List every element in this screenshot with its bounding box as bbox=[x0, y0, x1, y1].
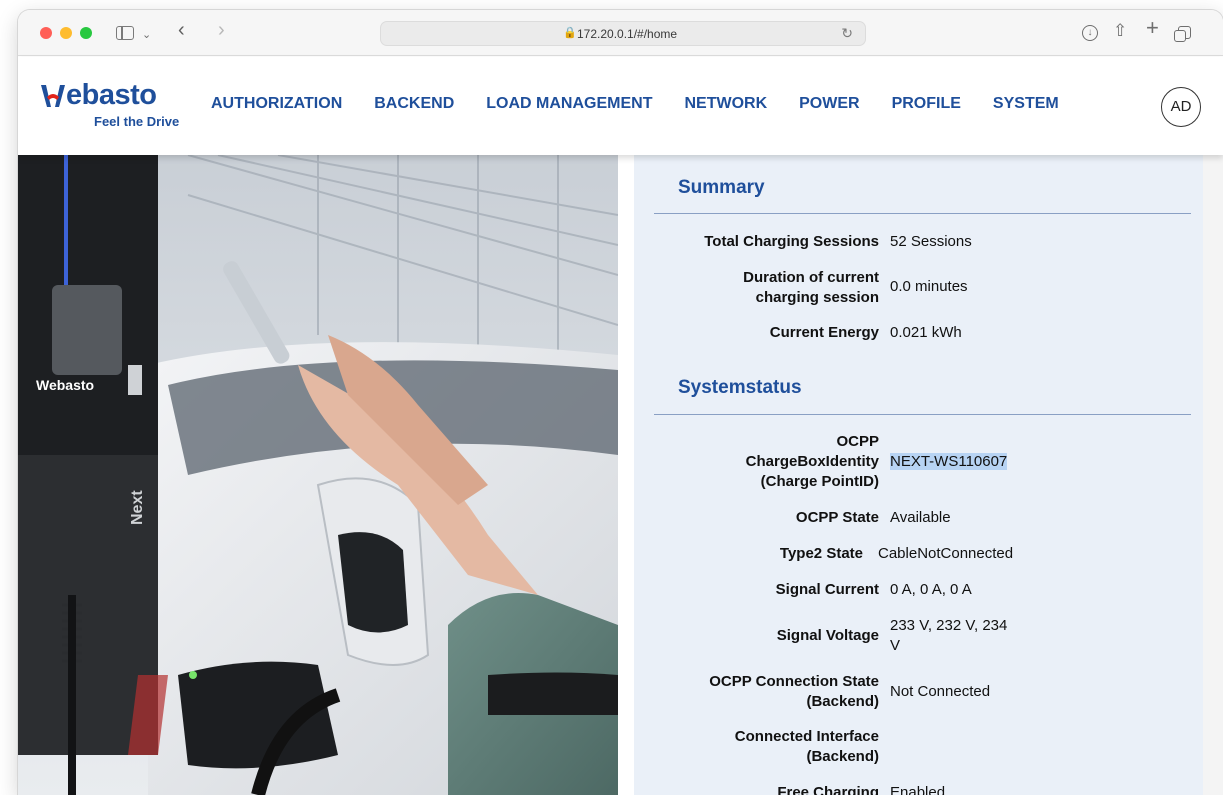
current-energy-value: 0.021 kWh bbox=[890, 324, 962, 341]
download-icon[interactable]: ↓ bbox=[1082, 25, 1098, 41]
summary-title: Summary bbox=[678, 177, 765, 198]
type2-state-value: CableNotConnected bbox=[878, 545, 1014, 562]
nav-profile[interactable]: PROFILE bbox=[892, 95, 961, 113]
chargebox-identity-value[interactable]: NEXT-WS110607 bbox=[890, 452, 1008, 472]
connected-interface-label: Connected Interface (Backend) bbox=[734, 728, 879, 765]
current-energy-label: Current Energy bbox=[769, 324, 879, 341]
signal-voltage-value: 233 V, 232 V, 234 V bbox=[890, 617, 1008, 654]
minimize-window-button[interactable] bbox=[60, 27, 72, 39]
tab-overview-icon[interactable] bbox=[1174, 26, 1191, 42]
browser-toolbar: ⌄ ‹ › 🔒 172.20.0.1/#/home ↻ ↓ ⇧ + bbox=[18, 10, 1223, 56]
nav-authorization[interactable]: AUTHORIZATION bbox=[211, 95, 342, 113]
hero-illustration: Webasto Next bbox=[18, 155, 618, 795]
lock-icon: 🔒 bbox=[563, 27, 577, 39]
systemstatus-title: Systemstatus bbox=[678, 377, 802, 398]
logo-tagline: Feel the Drive bbox=[94, 114, 180, 129]
back-button[interactable]: ‹ bbox=[178, 20, 185, 40]
page-scroll-gutter[interactable] bbox=[1203, 155, 1223, 795]
status-panel: Summary Total Charging Sessions 52 Sessi… bbox=[634, 155, 1223, 795]
signal-current-label: Signal Current bbox=[775, 581, 879, 598]
forward-button[interactable]: › bbox=[218, 20, 225, 40]
address-bar[interactable]: 🔒 172.20.0.1/#/home ↻ bbox=[380, 21, 866, 46]
reload-icon[interactable]: ↻ bbox=[841, 25, 853, 42]
zoom-window-button[interactable] bbox=[80, 27, 92, 39]
session-duration-value: 0.0 minutes bbox=[890, 278, 968, 295]
nav-system[interactable]: SYSTEM bbox=[993, 95, 1059, 113]
webasto-logo-mark-icon bbox=[41, 85, 65, 107]
sidebar-toggle-icon[interactable] bbox=[116, 26, 134, 40]
browser-window: ⌄ ‹ › 🔒 172.20.0.1/#/home ↻ ↓ ⇧ + ebasto… bbox=[18, 10, 1223, 795]
chargebox-identity-text[interactable]: NEXT-WS110607 bbox=[890, 453, 1008, 470]
session-duration-label: Duration of current charging session bbox=[743, 269, 879, 306]
free-charging-value: Enabled bbox=[890, 784, 946, 795]
chargebox-identity-label: OCPP ChargeBoxIdentity (Charge PointID) bbox=[745, 433, 879, 490]
ocpp-state-label: OCPP State bbox=[795, 509, 879, 526]
total-sessions-value: 52 Sessions bbox=[890, 233, 972, 250]
main-nav: AUTHORIZATION BACKEND LOAD MANAGEMENT NE… bbox=[211, 95, 1059, 113]
nav-backend[interactable]: BACKEND bbox=[374, 95, 454, 113]
nav-power[interactable]: POWER bbox=[799, 95, 859, 113]
total-sessions-label: Total Charging Sessions bbox=[704, 233, 879, 250]
ocpp-connection-state-label: OCPP Connection State (Backend) bbox=[709, 673, 879, 710]
hero-image: Webasto Next bbox=[18, 155, 618, 795]
nav-network[interactable]: NETWORK bbox=[684, 95, 767, 113]
free-charging-label: Free Charging bbox=[777, 784, 879, 795]
ocpp-state-value: Available bbox=[890, 509, 951, 526]
charger-model-label: Next bbox=[129, 490, 146, 525]
nav-load-management[interactable]: LOAD MANAGEMENT bbox=[486, 95, 652, 113]
logo-wordmark: ebasto bbox=[66, 79, 157, 111]
charger-brand-label: Webasto bbox=[36, 377, 94, 393]
new-tab-button[interactable]: + bbox=[1146, 17, 1159, 39]
signal-voltage-label: Signal Voltage bbox=[776, 627, 879, 644]
app-header: ebasto Feel the Drive AUTHORIZATION BACK… bbox=[18, 57, 1223, 155]
close-window-button[interactable] bbox=[40, 27, 52, 39]
summary-divider bbox=[654, 213, 1191, 214]
chevron-down-icon[interactable]: ⌄ bbox=[142, 25, 151, 45]
systemstatus-divider bbox=[654, 414, 1191, 415]
share-icon[interactable]: ⇧ bbox=[1113, 21, 1127, 41]
url-text[interactable]: 172.20.0.1/#/home bbox=[577, 27, 677, 41]
type2-state-label: Type2 State bbox=[779, 545, 863, 562]
user-avatar[interactable]: AD bbox=[1161, 87, 1201, 127]
webasto-logo[interactable]: ebasto Feel the Drive bbox=[38, 79, 188, 131]
signal-current-value: 0 A, 0 A, 0 A bbox=[890, 581, 972, 598]
ocpp-connection-state-value: Not Connected bbox=[890, 683, 991, 700]
